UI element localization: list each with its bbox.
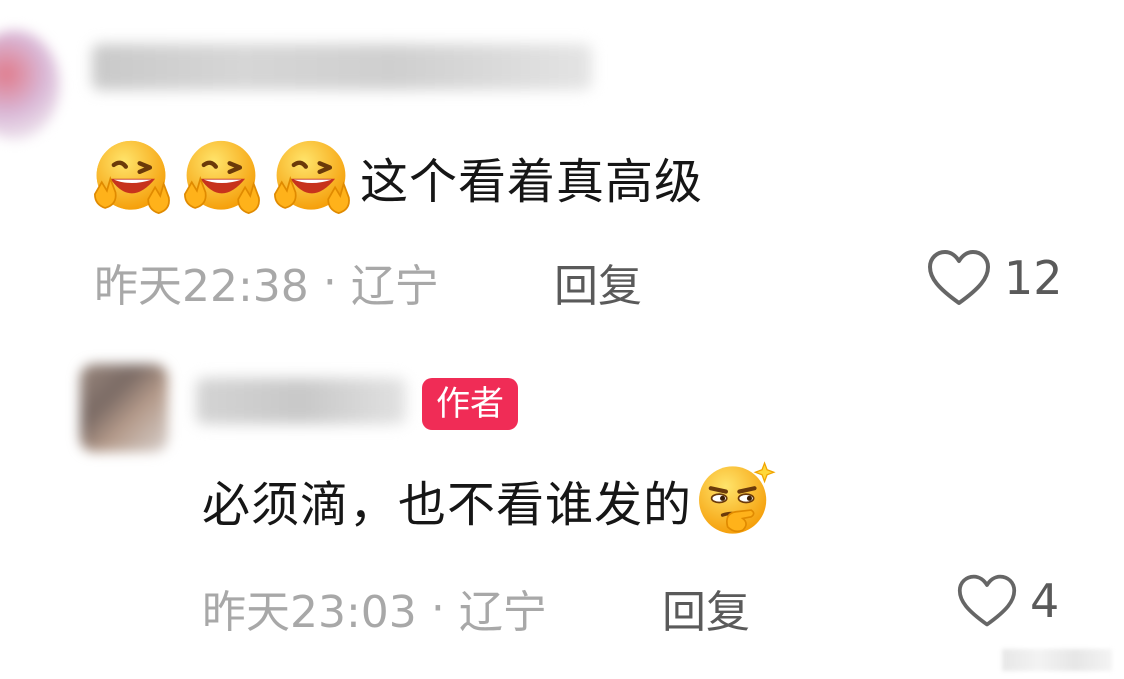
author-badge: 作者 [422, 378, 518, 430]
comment-thread: 这个看着真高级 昨天22:38 · 辽宁 回复 12 作者 必须滴，也不看谁发的 [0, 0, 1124, 679]
like-count: 4 [1030, 574, 1060, 628]
comment-body: 必须滴，也不看谁发的 [202, 458, 782, 542]
reply-button[interactable]: 回复 [662, 576, 750, 640]
laughing-v-sign-emoji [268, 134, 354, 220]
comment-meta: 昨天23:03 · 辽宁 [202, 576, 547, 640]
comment-text: 这个看着真高级 [360, 154, 704, 210]
avatar[interactable] [0, 30, 60, 140]
timestamp: 昨天23:03 [202, 587, 417, 638]
like-button[interactable]: 4 [956, 572, 1059, 630]
laughing-v-sign-emoji [88, 134, 174, 220]
username[interactable] [92, 44, 592, 90]
reply-button[interactable]: 回复 [554, 250, 642, 314]
smug-thinking-emoji [694, 458, 778, 542]
comment-text: 必须滴，也不看谁发的 [202, 477, 693, 533]
avatar[interactable] [80, 364, 168, 452]
location: 辽宁 [350, 261, 439, 312]
heart-icon [957, 574, 1017, 627]
separator: · [430, 582, 445, 634]
watermark [1002, 649, 1112, 671]
username[interactable] [196, 378, 406, 424]
location: 辽宁 [458, 587, 547, 638]
heart-icon [928, 250, 990, 305]
laughing-v-sign-emoji [178, 134, 264, 220]
separator: · [322, 256, 337, 308]
comment-meta: 昨天22:38 · 辽宁 [94, 250, 439, 314]
like-button[interactable]: 12 [926, 248, 1063, 308]
comment-body: 这个看着真高级 [88, 134, 703, 220]
like-count: 12 [1004, 251, 1063, 305]
timestamp: 昨天22:38 [94, 261, 309, 312]
